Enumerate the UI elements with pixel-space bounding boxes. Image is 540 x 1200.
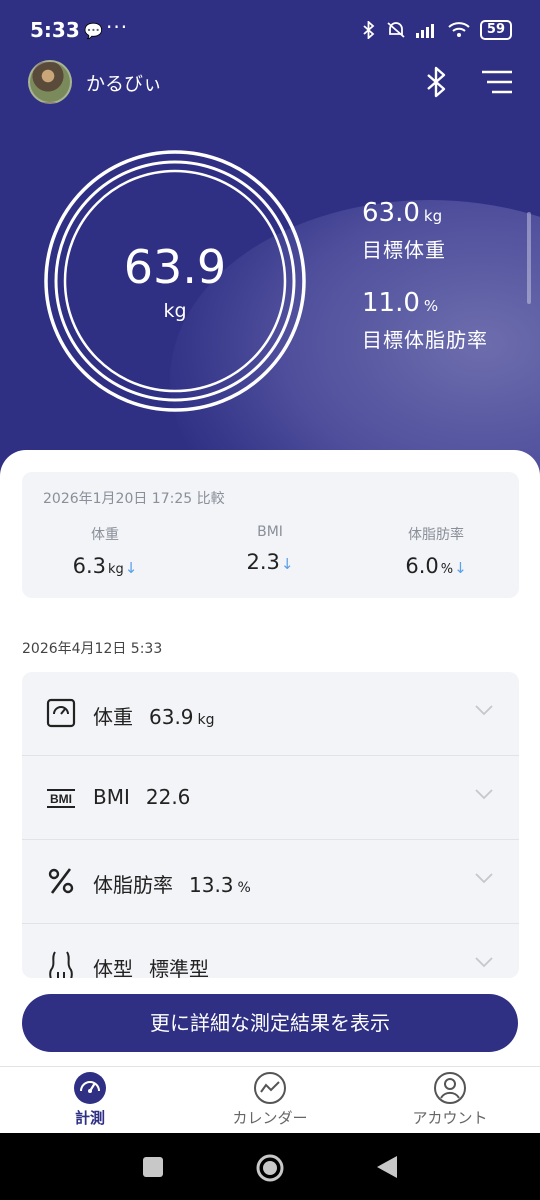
tab-label: カレンダー [232,1109,308,1127]
tab-label: 計測 [74,1109,105,1127]
status-time: 5:33 [30,18,80,42]
bluetooth-status-icon [363,21,375,39]
recent-apps-icon[interactable] [142,1156,164,1178]
status-bar: 5:33 💬 ··· 59 [0,0,540,62]
bmi-icon: BMI [47,789,75,808]
down-arrow-icon: ↓ [124,559,138,577]
goal-body-fat-value: 11.0 [362,288,420,318]
comparison-body-fat: 体脂肪率 6.0 %↓ [356,524,516,578]
scrollbar[interactable] [527,212,531,304]
chat-bubble-icon: 💬 [84,22,103,40]
account-icon [434,1072,466,1104]
wifi-icon [448,22,470,37]
down-arrow-icon: ↓ [454,559,467,577]
metric-value: 22.6 [145,785,191,809]
status-icons: 59 [362,20,512,40]
comparison-title: 2026年1月20日 17:25 比較 [43,491,225,507]
measurement-date: 2026年4月12日 5:33 [22,641,163,657]
back-icon[interactable] [376,1155,398,1179]
down-arrow-icon: ↓ [280,555,294,573]
bluetooth-icon[interactable] [420,65,452,99]
metric-value: 63.9 [149,705,194,729]
goal-weight: 63.0 kg 目標体重 [362,198,446,263]
system-navigation-bar [0,1133,540,1200]
show-detailed-results-button[interactable]: 更に詳細な測定結果を表示 [22,994,518,1052]
comparison-value: 6.0 [405,554,439,578]
user-profile[interactable]: かるびぃ [28,60,162,104]
goal-body-fat-label: 目標体脂肪率 [362,328,488,352]
home-icon[interactable] [255,1153,285,1183]
goal-weight-label: 目標体重 [362,238,446,262]
svg-text:BMI: BMI [50,792,72,806]
scale-icon [46,698,76,728]
comparison-bmi: BMI 2.3↓ [190,524,350,574]
battery-indicator: 59 [479,20,512,40]
comparison-unit: kg [108,562,124,577]
chevron-down-icon[interactable] [475,872,493,884]
more-notifications-icon: ··· [106,15,129,39]
percent-icon [48,868,74,894]
user-name: かるびぃ [86,72,163,95]
metric-value: 標準型 [149,957,209,978]
list-item-body-fat[interactable]: 体脂肪率 13.3% [22,840,519,924]
tab-label: アカウント [412,1109,488,1127]
bottom-tab-bar: 計測 カレンダー アカウント [0,1066,540,1134]
body-shape-icon [49,951,73,978]
comparison-value: 2.3 [246,550,280,574]
mute-icon [387,22,405,38]
chevron-down-icon[interactable] [475,704,493,716]
current-weight-unit: kg [163,300,187,322]
gauge-icon [74,1072,106,1104]
menu-icon[interactable] [482,70,512,94]
list-item-weight[interactable]: 体重 63.9 kg [22,672,519,756]
goal-weight-unit: kg [423,207,443,225]
comparison-label: BMI [257,524,283,540]
metric-name: 体型 [93,957,133,978]
list-item-body-shape[interactable]: 体型 標準型 [22,924,519,978]
metric-name: BMI [93,785,130,809]
tab-account[interactable]: アカウント [360,1071,540,1128]
comparison-weight: 体重 6.3 kg↓ [25,524,185,578]
comparison-unit: % [440,562,454,577]
goal-body-fat-unit: % [423,297,439,315]
metric-name: 体脂肪率 [93,873,173,897]
tab-calendar[interactable]: カレンダー [180,1071,360,1128]
list-item-bmi[interactable]: BMI BMI 22.6 [22,756,519,840]
chevron-down-icon[interactable] [475,788,493,800]
goal-body-fat: 11.0% 目標体脂肪率 [362,288,488,353]
trend-icon [254,1072,286,1104]
comparison-label: 体脂肪率 [408,527,464,543]
measurement-list: 体重 63.9 kg BMI BMI 22.6 体脂肪率 13.3% 体型 標準型 [22,672,519,978]
metric-name: 体重 [93,705,133,729]
goal-weight-value: 63.0 [362,198,420,228]
metric-unit: kg [197,712,215,728]
comparison-value: 6.3 [72,554,107,578]
chevron-down-icon[interactable] [475,956,493,968]
tab-measure[interactable]: 計測 [0,1071,180,1128]
metric-value: 13.3 [189,873,234,897]
current-weight-value: 63.9 [123,240,227,294]
comparison-card: 2026年1月20日 17:25 比較 体重 6.3 kg↓ BMI 2.3↓ 体… [22,472,519,598]
metric-unit: % [237,880,251,896]
signal-icon [415,24,434,38]
avatar[interactable] [28,60,72,104]
comparison-label: 体重 [91,527,119,543]
